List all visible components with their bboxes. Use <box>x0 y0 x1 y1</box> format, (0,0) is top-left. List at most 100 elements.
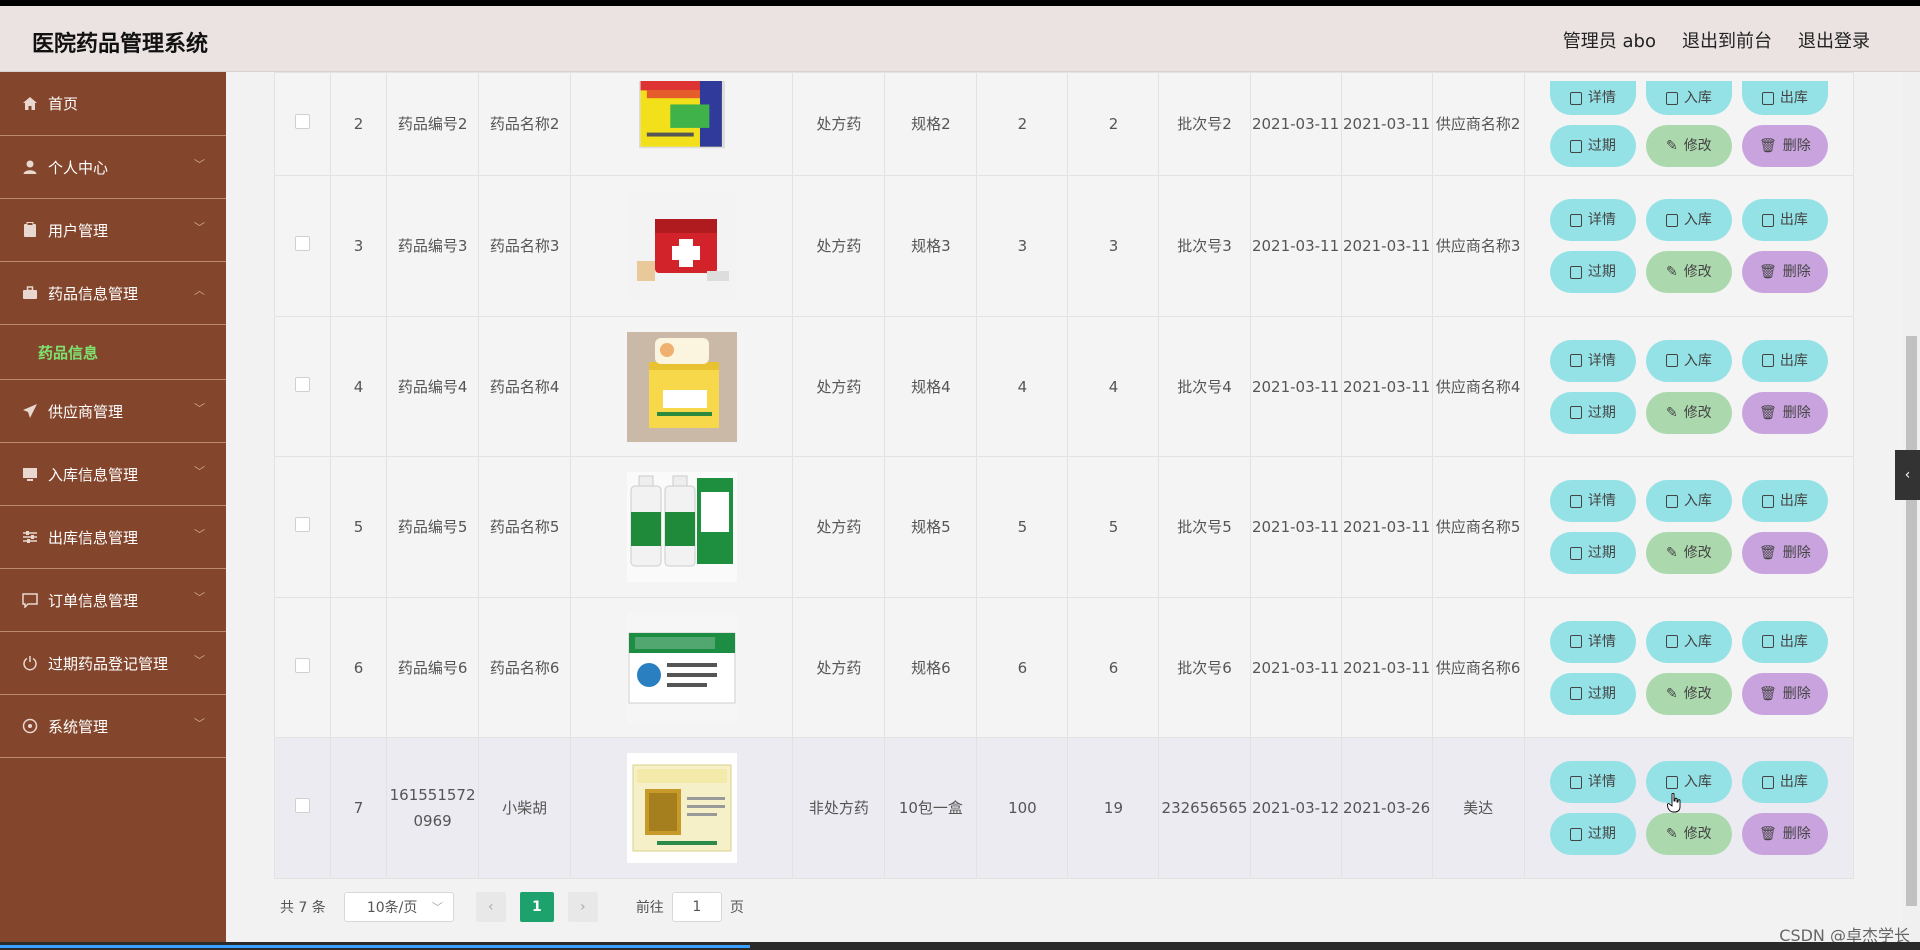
detail-button[interactable]: 详情 <box>1549 199 1636 241</box>
goto-page-input[interactable]: 1 <box>671 892 722 922</box>
next-page-button[interactable]: › <box>567 892 598 922</box>
expire-button[interactable]: 过期 <box>1549 251 1636 293</box>
cell-name: 药品名称4 <box>478 316 572 457</box>
trash-icon: 🗑 <box>1758 545 1777 561</box>
edit-button[interactable]: ✎ 修改 <box>1645 532 1732 574</box>
sidebar-item-user-management[interactable]: 用户管理 ﹀ <box>0 199 226 262</box>
app-title: 医院药品管理系统 <box>32 32 209 57</box>
stock-out-button[interactable]: 出库 <box>1741 480 1828 522</box>
sidebar-item-expired-drug-management[interactable]: 过期药品登记管理 ﹀ <box>0 632 226 695</box>
pencil-icon: ✎ <box>1665 685 1678 702</box>
sidebar-item-supplier-management[interactable]: 供应商管理 ﹀ <box>0 380 226 443</box>
cell-spec: 规格4 <box>884 316 978 457</box>
home-icon <box>21 95 39 113</box>
row-checkbox[interactable] <box>295 114 311 129</box>
cell-qty: 6 <box>976 597 1069 738</box>
sidebar-item-home[interactable]: 首页 <box>0 72 226 136</box>
stock-out-button[interactable]: 出库 <box>1741 339 1828 382</box>
document-icon <box>1569 91 1582 105</box>
stock-out-button[interactable]: 出库 <box>1741 620 1828 663</box>
stock-out-button[interactable]: 出库 <box>1741 199 1828 241</box>
delete-button[interactable]: 🗑 删除 <box>1741 672 1828 715</box>
detail-button[interactable]: 详情 <box>1549 480 1636 522</box>
document-icon <box>1569 494 1582 508</box>
expire-button[interactable]: 过期 <box>1549 125 1636 167</box>
stock-in-button[interactable]: 入库 <box>1645 339 1732 382</box>
stock-in-button[interactable]: 入库 <box>1645 199 1732 241</box>
cell-prod-date: 2021-03-11 <box>1249 175 1342 317</box>
edit-button[interactable]: ✎ 修改 <box>1645 391 1732 434</box>
row-checkbox[interactable] <box>295 798 311 813</box>
sidebar-item-drug-info-management[interactable]: 药品信息管理 ︿ <box>0 262 226 325</box>
settings-icon <box>21 717 39 735</box>
sidebar-item-stock-out-management[interactable]: 出库信息管理 ﹀ <box>0 506 226 569</box>
delete-button[interactable]: 🗑 删除 <box>1741 391 1828 434</box>
row-checkbox[interactable] <box>295 376 311 392</box>
expire-button[interactable]: 过期 <box>1549 672 1636 715</box>
page-size-select[interactable]: 10条/页 ﹀ <box>343 892 454 922</box>
stock-out-button[interactable]: 出库 <box>1741 761 1828 803</box>
row-actions: 详情 入库 出库 过期 ✎ 修改 🗑 删除 <box>1525 620 1853 715</box>
expire-button[interactable]: 过期 <box>1549 532 1636 574</box>
sidebar-item-label: 个人中心 <box>48 158 109 177</box>
stock-in-button[interactable]: 入库 <box>1645 620 1732 663</box>
edit-button[interactable]: ✎ 修改 <box>1645 813 1732 855</box>
edit-button[interactable]: ✎ 修改 <box>1645 251 1732 293</box>
cell-qty: 3 <box>976 175 1069 317</box>
stock-out-button[interactable]: 出库 <box>1741 81 1828 115</box>
row-checkbox[interactable] <box>295 657 311 673</box>
prev-page-button[interactable]: ‹ <box>475 892 506 922</box>
expire-button[interactable]: 过期 <box>1549 391 1636 434</box>
scrollbar-thumb[interactable] <box>1906 336 1917 906</box>
cell-index: 3 <box>330 175 388 317</box>
trash-icon: 🗑 <box>1758 826 1777 842</box>
stock-in-button[interactable]: 入库 <box>1645 81 1732 115</box>
cell-type: 处方药 <box>792 316 886 457</box>
cell-name: 药品名称5 <box>478 456 572 598</box>
delete-button[interactable]: 🗑 删除 <box>1741 125 1828 167</box>
document-icon <box>1569 213 1582 227</box>
side-panel-toggle[interactable]: ‹ <box>1895 450 1920 500</box>
chevron-down-icon: ﹀ <box>194 528 205 541</box>
cell-exp-date: 2021-03-11 <box>1340 597 1433 738</box>
detail-button[interactable]: 详情 <box>1549 81 1636 115</box>
user-icon <box>21 158 39 176</box>
edit-button[interactable]: ✎ 修改 <box>1645 672 1732 715</box>
sidebar-item-stock-in-management[interactable]: 入库信息管理 ﹀ <box>0 443 226 506</box>
detail-button[interactable]: 详情 <box>1549 339 1636 382</box>
chevron-down-icon: ﹀ <box>194 654 205 667</box>
stock-in-button[interactable]: 入库 <box>1645 480 1732 522</box>
cell-type: 处方药 <box>792 72 886 176</box>
delete-button[interactable]: 🗑 删除 <box>1741 532 1828 574</box>
row-actions: 详情 入库 出库 过期 ✎ 修改 🗑 删除 <box>1525 81 1853 167</box>
stock-in-button[interactable]: 入库 <box>1645 761 1732 803</box>
row-checkbox[interactable] <box>295 236 311 251</box>
cell-batch: 批次号3 <box>1158 175 1251 317</box>
cell-type: 非处方药 <box>792 737 886 879</box>
sidebar-item-system-management[interactable]: 系统管理 ﹀ <box>0 695 226 758</box>
logout-link[interactable]: 退出登录 <box>1798 27 1870 53</box>
detail-button[interactable]: 详情 <box>1549 761 1636 803</box>
chevron-down-icon: ﹀ <box>194 221 205 234</box>
sidebar-subitem-drug-info[interactable]: 药品信息 <box>0 325 226 380</box>
drug-image-green-bottles <box>626 472 737 582</box>
sidebar-item-personal-center[interactable]: 个人中心 ﹀ <box>0 136 226 199</box>
document-icon <box>1569 406 1582 419</box>
delete-button[interactable]: 🗑 删除 <box>1741 813 1828 855</box>
expire-button[interactable]: 过期 <box>1549 813 1636 855</box>
sidebar-item-label: 供应商管理 <box>48 402 124 421</box>
detail-button[interactable]: 详情 <box>1549 620 1636 663</box>
chevron-right-icon: › <box>580 899 586 915</box>
front-page-link[interactable]: 退出到前台 <box>1682 27 1772 53</box>
edit-button[interactable]: ✎ 修改 <box>1645 125 1732 167</box>
document-icon <box>1761 213 1774 227</box>
delete-button[interactable]: 🗑 删除 <box>1741 251 1828 293</box>
page-number-button[interactable]: 1 <box>519 892 554 922</box>
sidebar-item-order-management[interactable]: 订单信息管理 ﹀ <box>0 569 226 632</box>
cell-code: 1615515720969 <box>386 737 480 879</box>
cell-price: 3 <box>1067 175 1160 317</box>
drug-image-first-aid-kit <box>626 191 737 301</box>
cell-spec: 规格6 <box>884 597 978 738</box>
row-checkbox[interactable] <box>295 517 311 532</box>
cell-prod-date: 2021-03-11 <box>1249 597 1342 738</box>
